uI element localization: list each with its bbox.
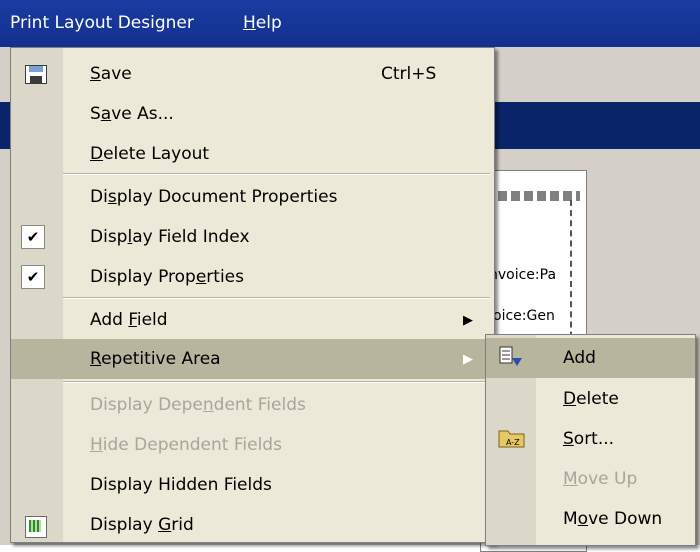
submenu-item-move-up[interactable]: Move Up (486, 459, 695, 499)
app-menubar: Print Layout Designer Help (0, 0, 700, 47)
save-as-label: Save As... (90, 104, 174, 124)
repetitive-area-submenu: Add Delete A-Z Sort... Move Up Move Down (485, 334, 696, 546)
save-shortcut: Ctrl+S (381, 64, 437, 84)
submenu-arrow-icon: ▶ (463, 352, 473, 367)
submenu-item-sort[interactable]: A-Z Sort... (486, 419, 695, 459)
menu-help[interactable]: Help (243, 13, 282, 33)
menu-separator (63, 297, 490, 299)
save-label: Save (90, 64, 132, 84)
menu-item-display-document-properties[interactable]: Display Document Properties (11, 177, 494, 217)
display-grid-label: Display Grid (90, 515, 194, 535)
help-mnemonic: H (243, 13, 256, 33)
display-dependent-fields-label: Display Dependent Fields (90, 395, 306, 415)
field-snippet-2: oice:Gen (493, 308, 555, 324)
display-document-properties-label: Display Document Properties (90, 187, 338, 207)
display-hidden-fields-label: Display Hidden Fields (90, 475, 272, 495)
delete-layout-label: Delete Layout (90, 144, 210, 164)
menu-item-save[interactable]: Save Ctrl+S (11, 54, 494, 94)
repetitive-area-label: Repetitive Area (90, 349, 221, 369)
delete-label: Delete (563, 389, 619, 409)
menu-item-hide-dependent-fields[interactable]: Hide Dependent Fields (11, 425, 494, 465)
display-properties-label: Display Properties (90, 267, 244, 287)
field-snippet-1: nvoice:Pa (489, 267, 557, 283)
sort-label: Sort... (563, 429, 615, 449)
add-label: Add (563, 348, 596, 368)
layout-ruler (485, 191, 580, 201)
menu-item-repetitive-area[interactable]: Repetitive Area ▶ (11, 339, 494, 379)
add-field-label: Add Field (90, 310, 168, 330)
move-down-label: Move Down (563, 509, 663, 529)
svg-text:A-Z: A-Z (506, 438, 520, 447)
sort-folder-icon: A-Z (498, 430, 525, 448)
submenu-item-move-down[interactable]: Move Down (486, 499, 695, 539)
save-icon (25, 65, 47, 84)
hide-dependent-fields-label: Hide Dependent Fields (90, 435, 282, 455)
menu-item-delete-layout[interactable]: Delete Layout (11, 134, 494, 174)
menu-item-display-dependent-fields[interactable]: Display Dependent Fields (11, 385, 494, 425)
menu-item-save-as[interactable]: Save As... (11, 94, 494, 134)
menu-separator (63, 381, 490, 383)
check-icon: ✔ (21, 265, 45, 289)
menu-item-add-field[interactable]: Add Field ▶ (11, 300, 494, 340)
menu-separator (63, 173, 490, 175)
submenu-arrow-icon: ▶ (463, 313, 473, 328)
submenu-item-delete[interactable]: Delete (486, 379, 695, 419)
menu-item-display-grid[interactable]: Display Grid (11, 505, 494, 545)
display-field-index-label: Display Field Index (90, 227, 250, 247)
file-dropdown-menu: Save Ctrl+S Save As... Delete Layout Dis… (10, 47, 495, 543)
submenu-item-add[interactable]: Add (486, 338, 695, 378)
check-icon: ✔ (21, 225, 45, 249)
menu-item-display-field-index[interactable]: ✔ Display Field Index (11, 217, 494, 257)
menu-print-layout-designer[interactable]: Print Layout Designer (10, 13, 194, 33)
grid-icon (25, 516, 47, 538)
menu-item-display-hidden-fields[interactable]: Display Hidden Fields (11, 465, 494, 505)
add-row-icon (499, 346, 522, 366)
menu-item-display-properties[interactable]: ✔ Display Properties (11, 257, 494, 297)
move-up-label: Move Up (563, 469, 638, 489)
